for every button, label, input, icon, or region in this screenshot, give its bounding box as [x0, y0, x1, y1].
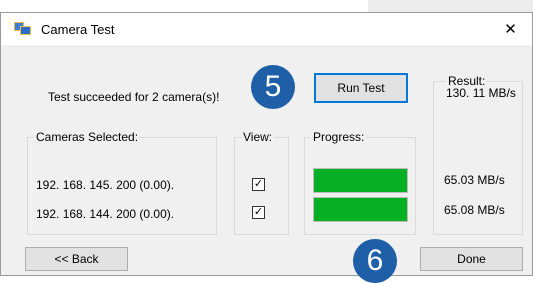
window-title: Camera Test [41, 22, 115, 37]
camera-rate-2: 65.08 MB/s [444, 203, 505, 217]
cameras-selected-group: Cameras Selected: 192. 168. 145. 200 (0.… [27, 130, 217, 235]
close-button[interactable]: ✕ [489, 13, 532, 45]
done-label: Done [457, 252, 486, 266]
done-button[interactable]: Done [420, 247, 523, 271]
check-icon: ✓ [253, 206, 264, 218]
progress-bar-1 [313, 168, 408, 193]
view-group: View: ✓ ✓ [234, 130, 289, 235]
close-icon: ✕ [504, 21, 517, 38]
result-group: Result: 130. 11 MB/s 65.03 MB/s 65.08 MB… [433, 74, 523, 235]
progress-group: Progress: [304, 130, 416, 235]
run-test-button[interactable]: Run Test [314, 73, 408, 103]
back-button[interactable]: << Back [25, 247, 128, 271]
view-checkbox-2[interactable]: ✓ [252, 206, 265, 219]
cameras-selected-label: Cameras Selected: [34, 130, 141, 144]
result-total: 130. 11 MB/s [446, 86, 516, 100]
title-bar: Camera Test ✕ [1, 13, 532, 45]
back-label: << Back [54, 252, 99, 266]
camera-test-app-icon [14, 21, 32, 37]
progress-bar-1-fill [314, 169, 407, 192]
progress-bar-2 [313, 197, 408, 222]
camera-address-2: 192. 168. 144. 200 (0.00). [36, 207, 175, 221]
step-6-badge: 6 [353, 239, 397, 283]
view-checkbox-1[interactable]: ✓ [252, 178, 265, 191]
view-label: View: [241, 130, 275, 144]
run-test-label: Run Test [337, 81, 385, 95]
screen-top-shade [368, 0, 533, 12]
check-icon: ✓ [253, 178, 264, 190]
progress-label: Progress: [311, 130, 367, 144]
step-5-badge: 5 [251, 65, 295, 109]
camera-test-window: Camera Test ✕ Test succeeded for 2 camer… [0, 12, 533, 283]
progress-bar-2-fill [314, 198, 407, 221]
camera-address-1: 192. 168. 145. 200 (0.00). [36, 178, 175, 192]
status-message: Test succeeded for 2 camera(s)! [48, 90, 220, 104]
camera-rate-1: 65.03 MB/s [444, 173, 505, 187]
